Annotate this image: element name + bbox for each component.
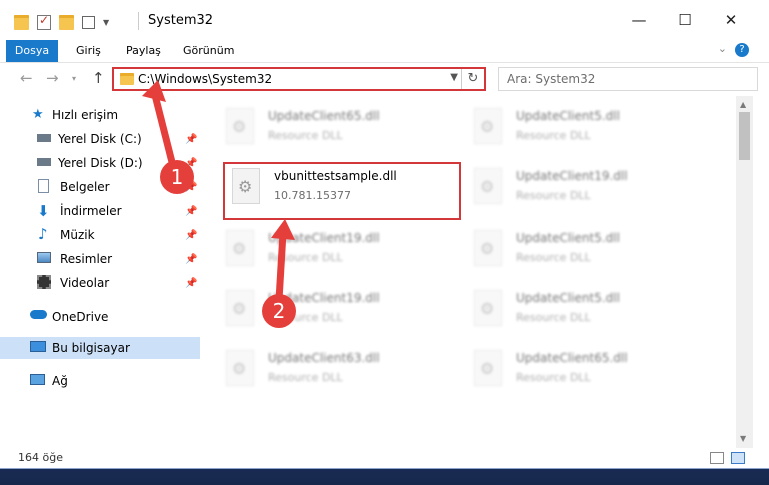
dll-file-icon (226, 230, 254, 266)
search-placeholder: Ara: System32 (507, 72, 596, 86)
address-bar[interactable]: C:\Windows\System32 ▼ ↻ (112, 67, 486, 91)
pin-icon[interactable]: 📌 (185, 206, 197, 217)
documents-icon (38, 179, 49, 193)
folder-icon[interactable] (14, 14, 29, 30)
ribbon-tabs: Dosya Giriş Paylaş Görünüm ⌄ ? (0, 40, 769, 63)
quick-access-toolbar: ▼ (14, 12, 109, 32)
navigation-pane: ★ Hızlı erişim Yerel Disk (C:) 📌 Yerel D… (0, 100, 200, 440)
file-item[interactable]: UpdateClient19.dll Resource DLL (218, 224, 448, 276)
nav-item-network[interactable]: Ağ (0, 370, 200, 392)
properties-icon[interactable] (37, 13, 51, 30)
dll-file-icon (474, 108, 502, 144)
download-icon: ⬇ (37, 202, 50, 220)
expand-ribbon-icon[interactable]: ⌄ (718, 42, 727, 55)
dll-file-icon (474, 230, 502, 266)
step-badge-1: 1 (160, 160, 194, 194)
file-item[interactable]: UpdateClient5.dll Resource DLL (466, 284, 696, 336)
folder-icon (120, 73, 134, 85)
scroll-down-icon[interactable]: ▼ (740, 434, 746, 443)
file-list: UpdateClient65.dll Resource DLL UpdateCl… (208, 100, 736, 440)
dll-file-icon (226, 290, 254, 326)
back-arrow-icon[interactable]: ← (20, 69, 33, 87)
address-path[interactable]: C:\Windows\System32 (138, 72, 272, 86)
chevron-down-icon[interactable]: ▼ (103, 18, 109, 27)
scroll-up-icon[interactable]: ▲ (740, 100, 746, 109)
file-item[interactable]: UpdateClient5.dll Resource DLL (466, 102, 696, 154)
vertical-scrollbar[interactable]: ▲ ▼ (736, 96, 753, 448)
nav-item-videos[interactable]: Videolar 📌 (0, 272, 200, 294)
tab-home[interactable]: Giriş (76, 40, 101, 62)
explorer-window: ▼ System32 — ☐ ✕ Dosya Giriş Paylaş Görü… (0, 0, 769, 468)
nav-item-downloads[interactable]: ⬇ İndirmeler 📌 (0, 200, 200, 222)
window-title: System32 (148, 13, 214, 28)
selected-file-highlight (223, 162, 461, 220)
nav-item-local-disk-c[interactable]: Yerel Disk (C:) 📌 (0, 128, 200, 150)
file-item[interactable]: UpdateClient5.dll Resource DLL (466, 224, 696, 276)
cloud-icon (30, 310, 47, 319)
navigation-bar: ← → ▾ ↑ C:\Windows\System32 ▼ ↻ Ara: Sys… (0, 63, 769, 95)
forward-arrow-icon[interactable]: → (46, 69, 59, 87)
scrollbar-thumb[interactable] (739, 112, 750, 160)
nav-item-music[interactable]: ♪ Müzik 📌 (0, 224, 200, 246)
nav-item-onedrive[interactable]: OneDrive (0, 306, 200, 328)
status-bar: 164 öğe (0, 448, 769, 468)
step-badge-2: 2 (262, 294, 296, 328)
details-view-icon[interactable] (710, 452, 724, 464)
file-item[interactable]: UpdateClient65.dll Resource DLL (218, 102, 448, 154)
tab-share[interactable]: Paylaş (126, 40, 161, 62)
item-count: 164 öğe (18, 451, 63, 464)
chevron-down-icon[interactable]: ▼ (450, 72, 458, 83)
large-icons-view-icon[interactable] (731, 452, 745, 464)
close-button[interactable]: ✕ (708, 6, 754, 34)
file-item[interactable]: UpdateClient19.dll Resource DLL (218, 284, 448, 336)
search-input[interactable]: Ara: System32 (498, 67, 758, 91)
dll-file-icon (226, 350, 254, 386)
tab-view[interactable]: Görünüm (183, 40, 234, 62)
video-icon (37, 275, 51, 289)
drive-icon (37, 158, 51, 166)
dll-file-icon (474, 350, 502, 386)
pictures-icon (37, 252, 51, 263)
dll-file-icon (474, 168, 502, 204)
new-folder-icon[interactable] (59, 14, 74, 30)
recent-locations-icon[interactable]: ▾ (72, 74, 76, 83)
file-item[interactable]: UpdateClient19.dll Resource DLL (466, 162, 696, 214)
tab-file[interactable]: Dosya (6, 40, 58, 62)
computer-icon (30, 341, 46, 352)
file-item[interactable]: UpdateClient65.dll Resource DLL (466, 344, 696, 396)
pin-icon[interactable]: 📌 (185, 230, 197, 241)
nav-item-this-pc[interactable]: Bu bilgisayar (0, 337, 200, 359)
minimize-button[interactable]: — (616, 6, 662, 34)
star-icon: ★ (32, 107, 44, 122)
pin-icon[interactable]: 📌 (185, 278, 197, 289)
pin-icon[interactable]: 📌 (185, 254, 197, 265)
drive-icon (37, 134, 51, 142)
maximize-button[interactable]: ☐ (662, 6, 708, 34)
file-item[interactable]: UpdateClient63.dll Resource DLL (218, 344, 448, 396)
dll-file-icon (474, 290, 502, 326)
title-bar: ▼ System32 — ☐ ✕ (0, 0, 769, 40)
dll-file-icon (226, 108, 254, 144)
pin-icon[interactable]: 📌 (185, 134, 197, 145)
customize-toolbar-icon[interactable] (82, 15, 95, 29)
help-icon[interactable]: ? (735, 43, 749, 57)
title-separator (138, 12, 139, 30)
refresh-icon[interactable]: ↻ (461, 69, 484, 89)
music-icon: ♪ (38, 225, 48, 243)
nav-item-pictures[interactable]: Resimler 📌 (0, 248, 200, 270)
network-icon (30, 374, 45, 385)
up-arrow-icon[interactable]: ↑ (92, 69, 105, 87)
nav-item-quick-access[interactable]: ★ Hızlı erişim (0, 104, 200, 126)
